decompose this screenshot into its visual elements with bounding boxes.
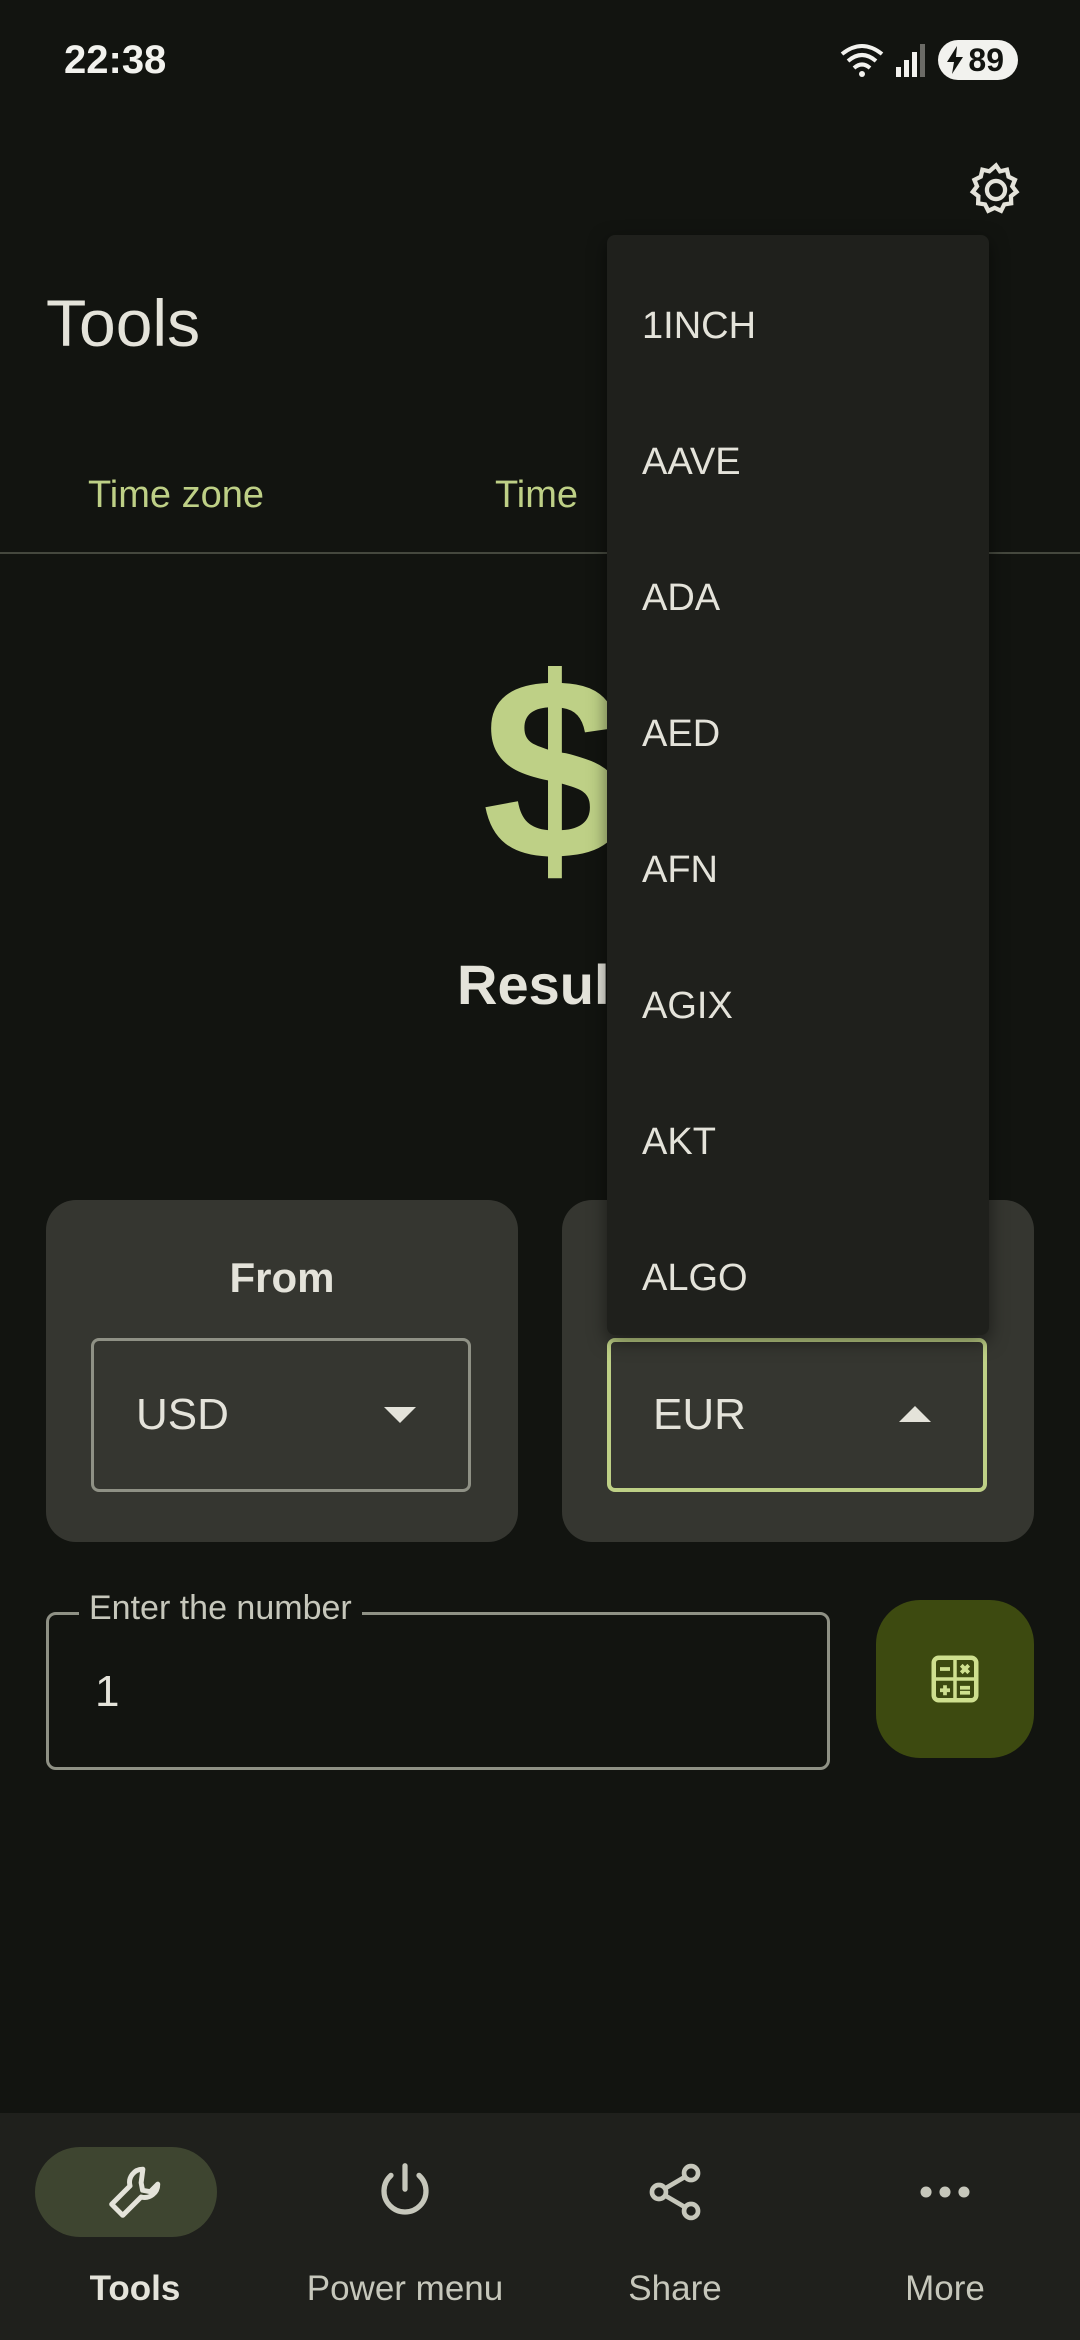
from-label: From — [229, 1254, 335, 1301]
menu-item-1inch[interactable]: 1INCH — [642, 305, 756, 348]
more-icon — [920, 2186, 970, 2198]
menu-item-agix[interactable]: AGIX — [642, 985, 733, 1028]
menu-item-aed[interactable]: AED — [642, 713, 720, 756]
menu-item-ada[interactable]: ADA — [642, 577, 720, 620]
share-icon — [649, 2163, 701, 2221]
wrench-icon — [109, 2166, 161, 2218]
tab-time[interactable]: Time — [495, 438, 578, 552]
status-time: 22:38 — [64, 38, 167, 82]
number-input[interactable]: Enter the number 1 — [46, 1589, 830, 1770]
menu-item-aave[interactable]: AAVE — [642, 441, 741, 484]
nav-share-label: Share — [628, 2269, 722, 2308]
nav-tools-label: Tools — [89, 2269, 181, 2308]
to-currency-select[interactable]: EUR — [607, 1338, 987, 1492]
nav-more[interactable]: More — [810, 2113, 1080, 2340]
currency-symbol: $ — [482, 625, 627, 915]
battery-indicator: 89 — [938, 40, 1018, 80]
number-input-label: Enter the number — [79, 1589, 362, 1628]
nav-more-label: More — [905, 2269, 985, 2308]
nav-tools[interactable]: Tools — [0, 2113, 270, 2340]
bottom-navigation: Tools Power menu Share More — [0, 2113, 1080, 2340]
menu-item-algo[interactable]: ALGO — [642, 1257, 748, 1300]
battery-level: 89 — [968, 41, 1004, 78]
charging-icon — [947, 46, 964, 74]
page-title: Tools — [46, 286, 201, 360]
status-icons: 89 — [840, 40, 1018, 80]
from-card: From USD — [46, 1200, 518, 1542]
wifi-icon — [841, 44, 884, 77]
menu-item-afn[interactable]: AFN — [642, 849, 718, 892]
result-text: Result — [457, 953, 629, 1016]
menu-item-akt[interactable]: AKT — [642, 1121, 716, 1164]
chevron-down-icon — [384, 1407, 416, 1423]
chevron-up-icon — [899, 1406, 931, 1422]
currency-dropdown-menu: 1INCH AAVE ADA AED AFN AGIX AKT ALGO — [607, 235, 989, 1335]
tab-time-zone[interactable]: Time zone — [88, 438, 264, 552]
signal-icon — [896, 44, 926, 77]
nav-share[interactable]: Share — [540, 2113, 810, 2340]
calculate-button[interactable] — [876, 1600, 1034, 1758]
from-currency-value: USD — [136, 1390, 229, 1439]
power-icon — [381, 2163, 429, 2215]
nav-power-menu-label: Power menu — [306, 2269, 504, 2308]
to-currency-value: EUR — [653, 1390, 746, 1439]
calculator-icon — [931, 1655, 979, 1703]
number-input-value[interactable]: 1 — [95, 1667, 119, 1717]
nav-power-menu[interactable]: Power menu — [270, 2113, 540, 2340]
from-currency-select[interactable]: USD — [91, 1338, 471, 1492]
gear-icon[interactable] — [964, 158, 1028, 222]
